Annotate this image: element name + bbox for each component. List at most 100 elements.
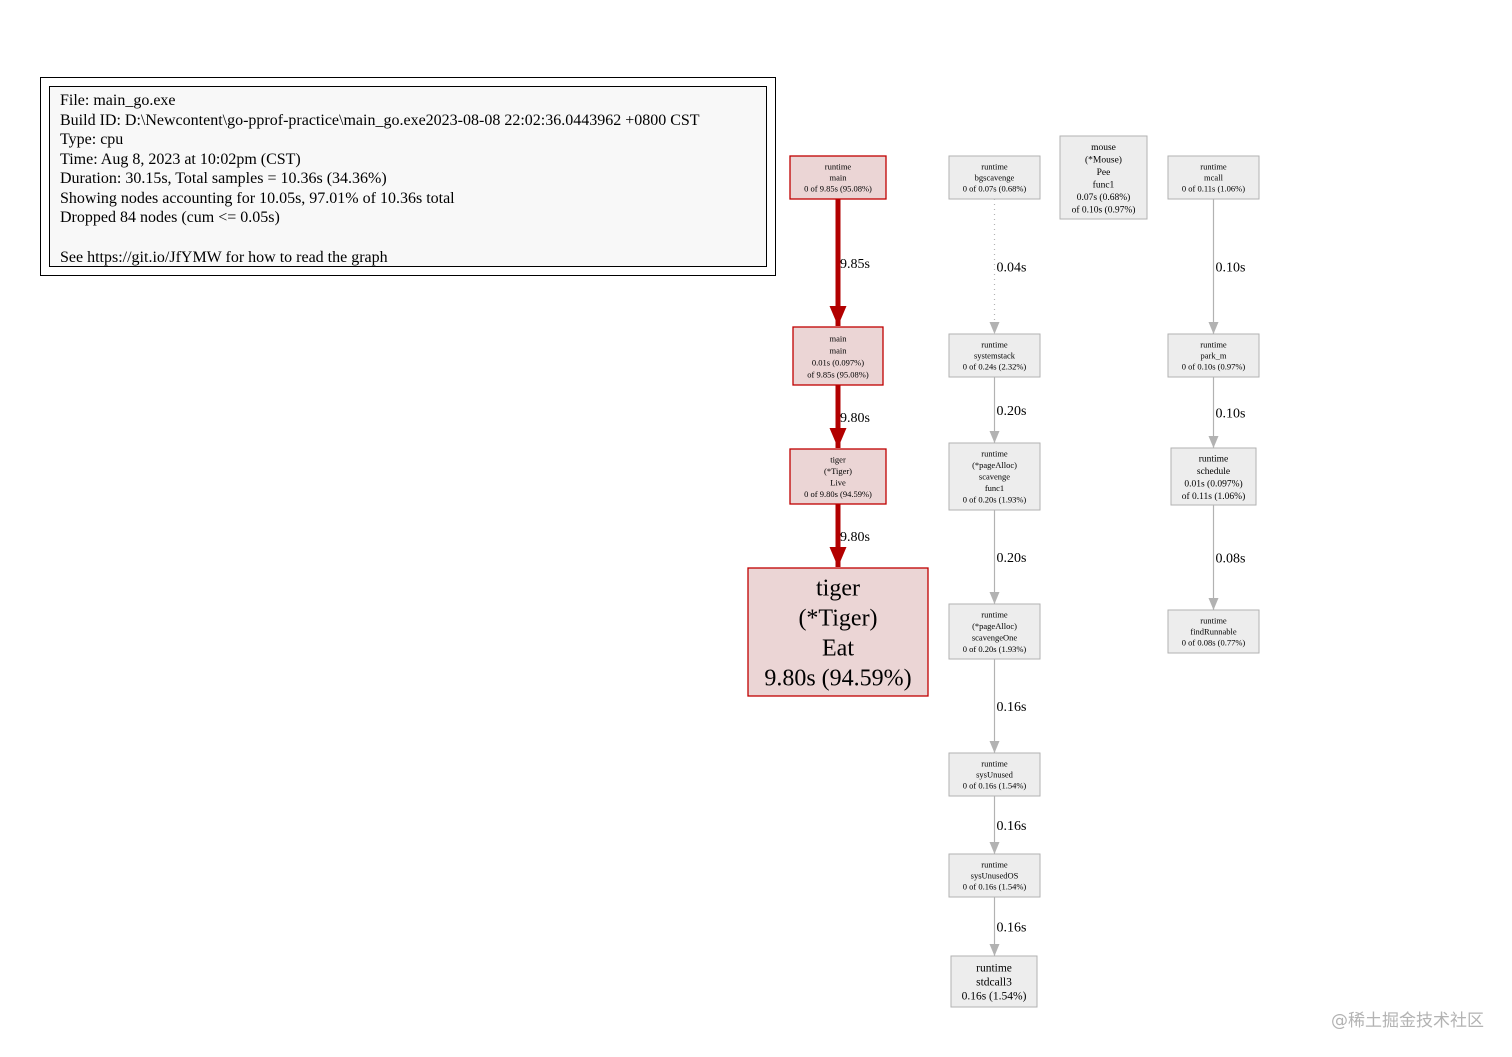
node-label-line: of 0.11s (1.06%) bbox=[1182, 491, 1246, 502]
node-label-line: Pee bbox=[1097, 168, 1111, 178]
node-label-line: systemstack bbox=[974, 351, 1016, 361]
node-label-line: schedule bbox=[1197, 467, 1230, 477]
node-runtime-stdcall3[interactable]: runtime stdcall3 0.16s (1.54%) bbox=[950, 955, 1038, 1008]
edge-label: 0.10s bbox=[1216, 261, 1246, 276]
node-runtime-schedule[interactable]: runtime schedule0.01s (0.097%) of 0.11s (1… bbox=[1170, 447, 1257, 506]
node-runtime-scavengeone[interactable]: runtime (*pageAlloc)scavengeOne 0 of 0.20s… bbox=[948, 603, 1041, 660]
call-graph: 9.85s 9.80s 9.80s 0.04s 0.20s 0.20s 0.16s 0.16s… bbox=[747, 135, 1260, 1008]
node-label-line: 0 of 0.08s (0.77%) bbox=[1182, 638, 1246, 648]
node-label-line: (*Mouse) bbox=[1085, 154, 1122, 165]
node-tiger-live[interactable]: tiger (*Tiger)Live 0 of 9.80s (94.59%) bbox=[789, 448, 887, 505]
watermark: @稀土掘金技术社区 bbox=[1331, 1011, 1484, 1031]
edge-runtime-schedule-to-runtime-findrunnable[interactable]: 0.08s bbox=[1208, 505, 1246, 610]
node-label-line: 0 of 0.16s (1.54%) bbox=[963, 781, 1027, 791]
node-main-main[interactable]: main main 0.01s (0.097%) of 9.85s (95.08%) bbox=[792, 326, 884, 386]
node-label-line: 0 of 0.07s (0.68%) bbox=[963, 184, 1027, 194]
edge-label: 0.16s bbox=[997, 921, 1027, 936]
edge-label: 0.20s bbox=[997, 551, 1027, 566]
node-label-line: of 0.10s (0.97%) bbox=[1072, 204, 1136, 215]
node-label-line: (*Tiger) bbox=[824, 466, 852, 476]
node-label-line: of 9.85s (95.08%) bbox=[807, 369, 869, 379]
node-label-line: runtime bbox=[825, 162, 852, 172]
node-label-line: sysUnusedOS bbox=[971, 871, 1019, 881]
node-label-line: runtime bbox=[981, 449, 1008, 459]
edge-label: 9.80s bbox=[840, 530, 870, 545]
edge-runtime-mcall-to-runtime-park-m[interactable]: 0.10s bbox=[1208, 199, 1246, 334]
node-label-line: runtime bbox=[981, 759, 1008, 769]
node-label-line: Live bbox=[830, 477, 846, 487]
node-runtime-findrunnable[interactable]: runtimefindRunnable0 of 0.08s (0.77%) bbox=[1167, 609, 1260, 654]
node-label-line: main bbox=[830, 333, 848, 343]
node-label-line: 0 of 0.20s (1.93%) bbox=[963, 644, 1027, 654]
node-label-line: 0 of 9.80s (94.59%) bbox=[804, 489, 872, 499]
node-runtime-bgscavenge[interactable]: runtimebgscavenge0 of 0.07s (0.68%) bbox=[948, 155, 1041, 200]
node-label-line: 0 of 0.10s (0.97%) bbox=[1182, 362, 1246, 372]
node-label-line: 0 of 0.24s (2.32%) bbox=[963, 362, 1027, 372]
node-label-line: scavenge bbox=[979, 472, 1010, 482]
node-label-line: 0 of 0.20s (1.93%) bbox=[963, 495, 1027, 505]
edge-runtime-scavenge-func1-to-runtime-scavengeone[interactable]: 0.20s bbox=[989, 510, 1027, 604]
edge-label: 0.10s bbox=[1216, 407, 1246, 422]
node-label-line: Eat bbox=[822, 635, 854, 661]
node-label-line: park_m bbox=[1201, 351, 1227, 361]
node-label-line: 9.80s (94.59%) bbox=[764, 665, 911, 691]
edge-label: 9.85s bbox=[840, 257, 870, 272]
edge-runtime-sysunusedos-to-runtime-stdcall3[interactable]: 0.16s bbox=[989, 897, 1027, 956]
node-label-line: runtime bbox=[1200, 340, 1227, 350]
node-label-line: 0.07s (0.68%) bbox=[1077, 192, 1131, 203]
node-runtime-main[interactable]: runtimemain0 of 9.85s (95.08%) bbox=[789, 155, 887, 200]
node-mouse-pee-func1[interactable]: mouse(*Mouse) Peefunc1 0.07s (0.68%)of 0.1… bbox=[1059, 135, 1148, 220]
node-runtime-park-m[interactable]: runtimepark_m0 of 0.10s (0.97%) bbox=[1167, 333, 1260, 378]
node-label-line: mcall bbox=[1204, 173, 1224, 183]
node-label-line: 0.16s (1.54%) bbox=[962, 990, 1027, 1002]
edge-label: 0.04s bbox=[997, 261, 1027, 276]
edge-label: 9.80s bbox=[840, 411, 870, 426]
node-label-line: tiger bbox=[830, 454, 846, 464]
edge-runtime-bgscavenge-to-runtime-systemstack[interactable]: 0.04s bbox=[989, 199, 1027, 334]
node-label-line: runtime bbox=[981, 162, 1008, 172]
node-label-line: 0 of 0.16s (1.54%) bbox=[963, 882, 1027, 892]
node-label-line: mouse bbox=[1091, 143, 1116, 153]
edge-runtime-main-to-main-main[interactable]: 9.85s bbox=[829, 199, 870, 326]
node-label-line: tiger bbox=[816, 575, 860, 601]
node-tiger-eat[interactable]: tiger (*Tiger) Eat 9.80s (94.59%) bbox=[747, 567, 929, 697]
node-label-line: 0.01s (0.097%) bbox=[1184, 478, 1242, 489]
node-runtime-systemstack[interactable]: runtimesystemstack0 of 0.24s (2.32%) bbox=[948, 333, 1041, 378]
node-label-line: runtime bbox=[976, 962, 1012, 974]
edge-runtime-sysunused-to-runtime-sysunusedos[interactable]: 0.16s bbox=[989, 796, 1027, 854]
edge-label: 0.16s bbox=[997, 700, 1027, 715]
node-label-line: runtime bbox=[1200, 616, 1227, 626]
node-label-line: main bbox=[830, 173, 848, 183]
node-label-line: main bbox=[830, 345, 848, 355]
node-label-line: runtime bbox=[981, 609, 1008, 619]
node-label-line: func1 bbox=[1093, 179, 1115, 190]
node-runtime-sysunused[interactable]: runtimesysUnused0 of 0.16s (1.54%) bbox=[948, 752, 1041, 797]
node-label-line: 0.01s (0.097%) bbox=[812, 357, 864, 367]
node-runtime-scavenge-func1[interactable]: runtime(*pageAlloc) scavengefunc1 0 of 0.2… bbox=[948, 442, 1041, 511]
node-label-line: stdcall3 bbox=[976, 976, 1012, 988]
edge-tiger-live-to-tiger-eat[interactable]: 9.80s bbox=[829, 504, 870, 567]
edge-label: 0.08s bbox=[1216, 552, 1246, 567]
node-label-line: 0 of 0.11s (1.06%) bbox=[1182, 184, 1245, 194]
node-label-line: findRunnable bbox=[1190, 627, 1236, 637]
node-label-line: (*Tiger) bbox=[798, 605, 877, 631]
node-label-line: (*pageAlloc) bbox=[972, 460, 1017, 470]
node-label-line: sysUnused bbox=[976, 770, 1014, 780]
node-runtime-sysunusedos[interactable]: runtimesysUnusedOS0 of 0.16s (1.54%) bbox=[948, 853, 1041, 898]
edge-label: 0.20s bbox=[997, 404, 1027, 419]
node-label-line: runtime bbox=[981, 340, 1008, 350]
node-runtime-mcall[interactable]: runtimemcall0 of 0.11s (1.06%) bbox=[1167, 155, 1260, 200]
node-label-line: 0 of 9.85s (95.08%) bbox=[804, 184, 872, 194]
node-label-line: (*pageAlloc) bbox=[972, 621, 1017, 631]
edge-runtime-systemstack-to-runtime-scavenge-func1[interactable]: 0.20s bbox=[989, 377, 1027, 443]
node-label-line: func1 bbox=[985, 483, 1004, 493]
edge-runtime-scavengeone-to-runtime-sysunused[interactable]: 0.16s bbox=[989, 659, 1027, 753]
edge-runtime-park-m-to-runtime-schedule[interactable]: 0.10s bbox=[1208, 377, 1246, 448]
edge-label: 0.16s bbox=[997, 819, 1027, 834]
node-label-line: runtime bbox=[981, 860, 1008, 870]
node-label-line: runtime bbox=[1200, 162, 1227, 172]
node-label-line: scavengeOne bbox=[972, 632, 1018, 642]
node-label-line: runtime bbox=[1199, 454, 1229, 464]
edge-main-main-to-tiger-live[interactable]: 9.80s bbox=[829, 385, 870, 448]
node-label-line: bgscavenge bbox=[975, 173, 1015, 183]
